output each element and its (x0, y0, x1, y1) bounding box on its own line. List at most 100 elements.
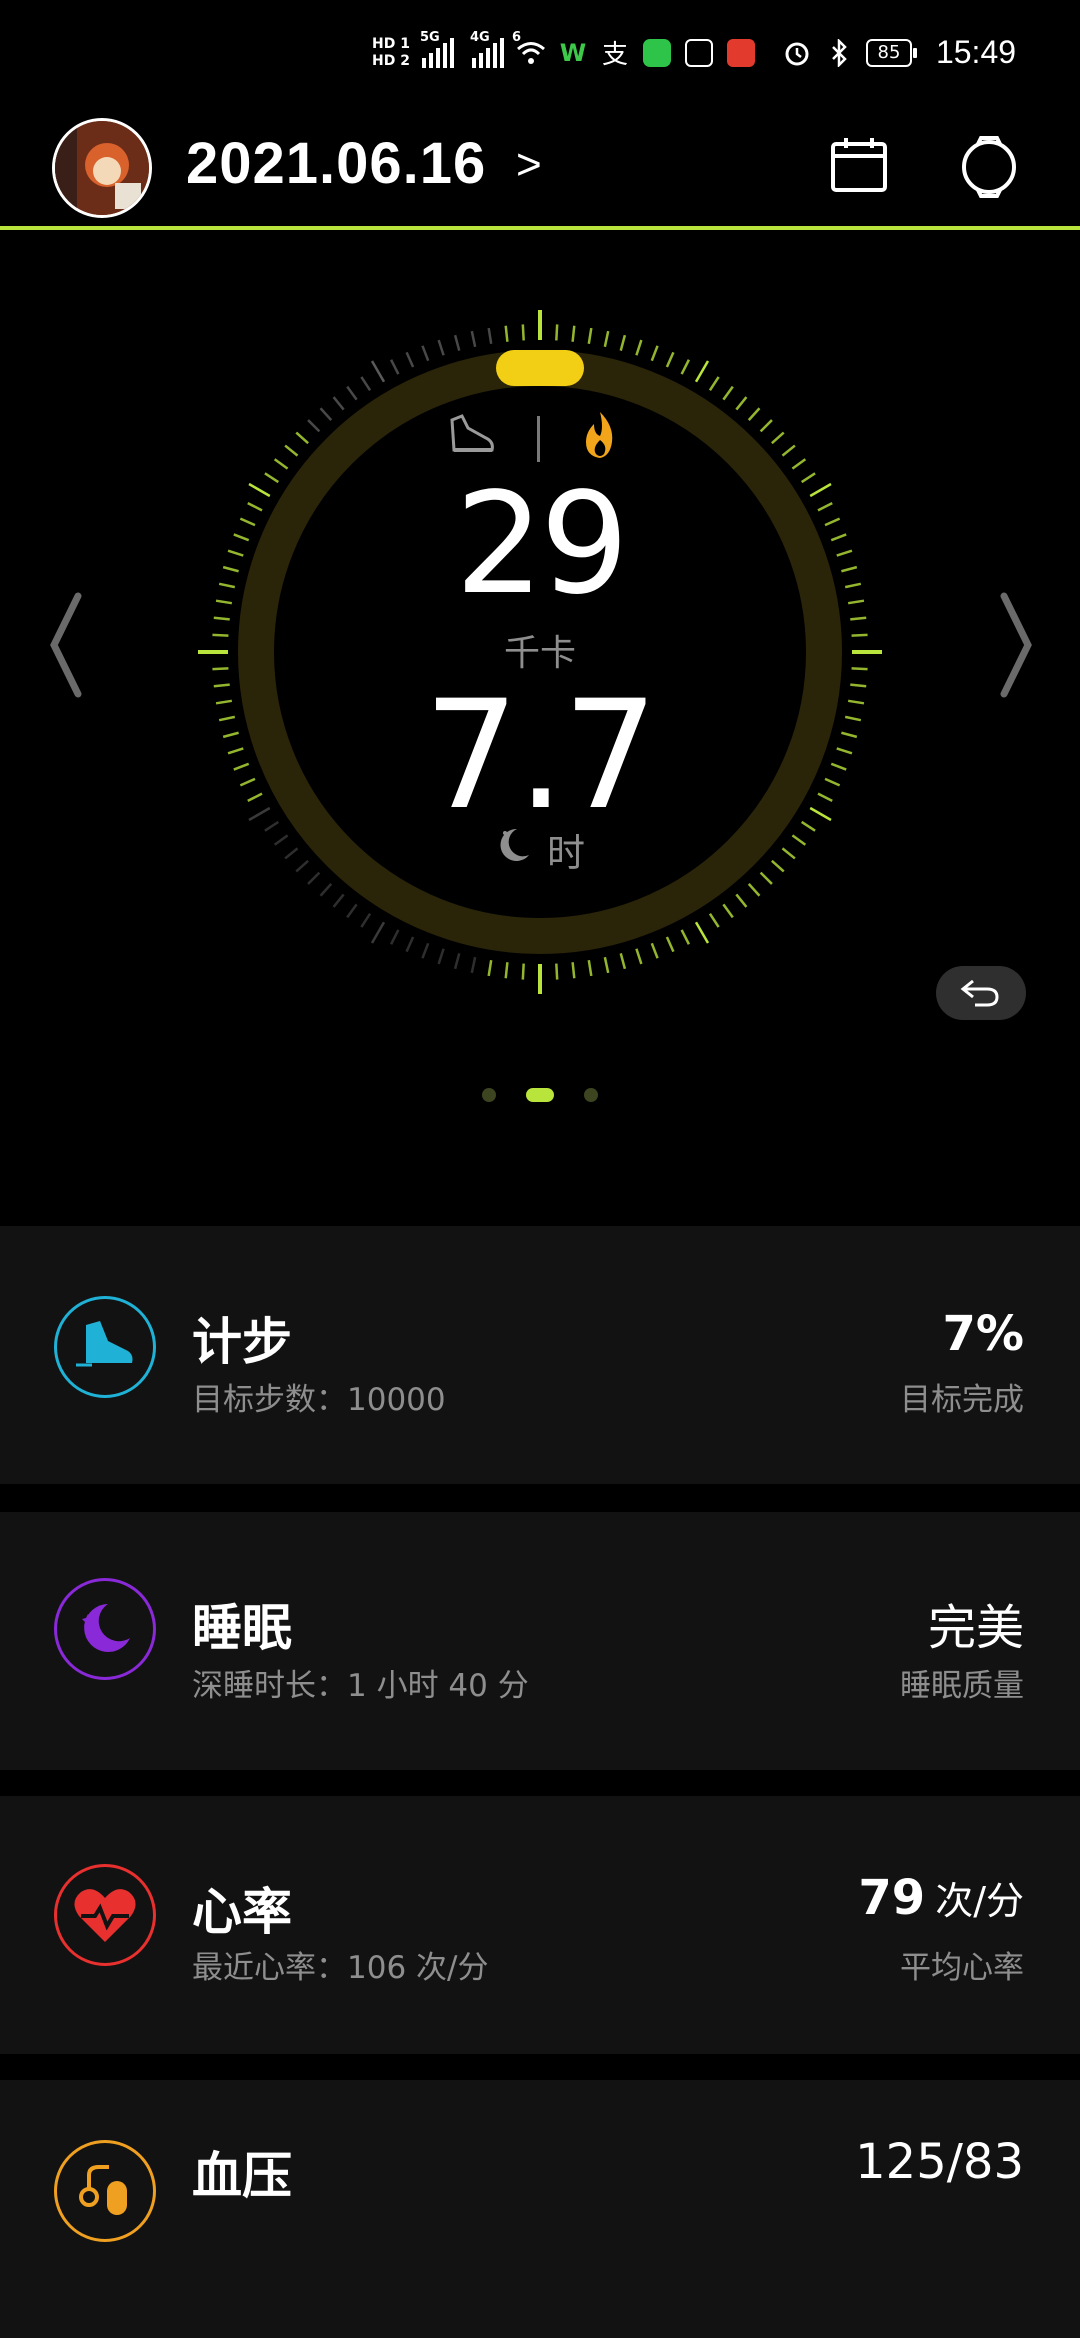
card-subtitle: 最近心率：106 次/分 (192, 1950, 489, 1986)
steps-card[interactable]: 计步 目标步数：10000 7% 目标完成 (0, 1226, 1080, 1484)
ring-tick (735, 893, 748, 908)
card-label: 目标完成 (900, 1382, 1024, 1418)
ring-tick (747, 407, 761, 421)
wechat-icon (642, 38, 672, 68)
ring-tick (747, 883, 761, 897)
status-icons: HD 1 HD 2 5G 4G 6 W 支 85 15:49 (372, 30, 1017, 71)
ring-tick (346, 903, 358, 919)
ring-tick (635, 339, 643, 356)
card-title: 血压 (192, 2147, 292, 2205)
signal-sim1-icon: 5G (420, 30, 454, 68)
ring-tick (722, 903, 734, 919)
undo-icon (960, 979, 999, 1007)
ring-tick (587, 959, 593, 977)
ring-tick (470, 956, 477, 974)
shoe-icon (54, 1296, 156, 1398)
ring-tick (437, 948, 445, 965)
sleep-unit-row: 时 (0, 822, 1080, 877)
page-dot[interactable] (482, 1088, 496, 1102)
signal-sim2-icon: 4G (470, 30, 504, 68)
ring-tick (759, 419, 773, 433)
ring-tick (791, 458, 807, 470)
ring-tick (405, 351, 415, 368)
ring-tick (332, 893, 345, 908)
ring-tick (680, 929, 691, 945)
ring-tick (405, 936, 415, 953)
battery-level: 85 (877, 42, 901, 63)
sleep-card[interactable]: 睡眠 深睡时长：1 小时 40 分 完美 睡眠质量 (0, 1512, 1080, 1770)
card-subtitle: 目标步数：10000 (192, 1382, 446, 1418)
ring-tick (665, 351, 675, 368)
card-subtitle: 深睡时长：1 小时 40 分 (192, 1668, 529, 1704)
card-value: 79 次/分 (858, 1870, 1024, 1926)
shoe-icon[interactable] (446, 412, 496, 458)
card-label: 睡眠质量 (900, 1668, 1024, 1704)
undo-button[interactable] (936, 966, 1026, 1020)
ring-tick (619, 334, 627, 351)
blood-pressure-card[interactable]: 血压 125/83 (0, 2080, 1080, 2338)
card-title: 睡眠 (192, 1599, 292, 1657)
avatar[interactable] (52, 118, 152, 218)
ring-tick (370, 921, 386, 944)
sleep-hours-value: 7.7 (423, 669, 659, 843)
sleep-unit: 时 (546, 831, 585, 875)
ring-tick (453, 953, 461, 970)
status-time: 15:49 (935, 34, 1017, 70)
header-divider (0, 226, 1080, 230)
ring-tick (680, 359, 691, 375)
watch-icon[interactable] (956, 134, 1022, 200)
ring-tick (555, 324, 559, 341)
wifi-tag: 6 (511, 29, 521, 45)
ring-tick (694, 360, 710, 383)
ring-tick (521, 324, 525, 341)
heart-icon (54, 1864, 156, 1966)
wechat-work-icon: W (559, 38, 587, 67)
ring-tick (603, 330, 610, 348)
chevron-left-icon[interactable] (46, 590, 86, 700)
sim1-label: HD 1 (372, 35, 410, 52)
card-title: 心率 (192, 1883, 292, 1941)
ring-tick (360, 912, 372, 928)
ring-tick (708, 912, 720, 928)
calories-value: 29 (454, 463, 629, 626)
chevron-right-nav-icon[interactable] (996, 590, 1036, 700)
bluetooth-icon (824, 38, 854, 68)
ring-tick (389, 929, 400, 945)
alarm-icon (782, 38, 812, 68)
ring-tick (319, 407, 333, 421)
signal-sim1-tag: 5G (419, 29, 440, 45)
ring-tick (587, 327, 593, 345)
ring-progress-marker (496, 350, 584, 386)
ring-tick (470, 330, 477, 348)
ring-tick (722, 385, 734, 401)
page-dot[interactable] (584, 1088, 598, 1102)
flame-icon[interactable] (580, 410, 620, 460)
battery-icon: 85 (865, 38, 917, 67)
card-value: 125/83 (855, 2134, 1024, 2190)
page-dot-active[interactable] (526, 1088, 554, 1102)
ring-tick (437, 339, 445, 356)
ring-tick (421, 942, 430, 959)
ring-tick (694, 921, 710, 944)
ring-tick (665, 936, 675, 953)
date-title[interactable]: 2021.06.16 (186, 130, 486, 197)
ring-tick (619, 953, 627, 970)
ring-tick (635, 948, 643, 965)
app-icon (726, 38, 756, 68)
ring-tick (487, 959, 493, 977)
ring-tick (571, 962, 576, 979)
calendar-icon[interactable] (828, 134, 890, 196)
card-label: 平均心率 (900, 1950, 1024, 1986)
heart-rate-card[interactable]: 心率 最近心率：106 次/分 79 次/分 平均心率 (0, 1796, 1080, 2054)
mode-divider (537, 416, 540, 462)
ring-tick (603, 956, 610, 974)
ring-tick (571, 325, 576, 342)
wifi-icon: 6 (512, 30, 546, 68)
chevron-right-icon[interactable]: > (516, 140, 542, 190)
ring-tick (650, 942, 659, 959)
ring-tick (555, 963, 559, 980)
ring-tick (453, 334, 461, 351)
ring-tick (332, 396, 345, 411)
ring-tick (504, 325, 509, 342)
ring-tick (650, 345, 659, 362)
